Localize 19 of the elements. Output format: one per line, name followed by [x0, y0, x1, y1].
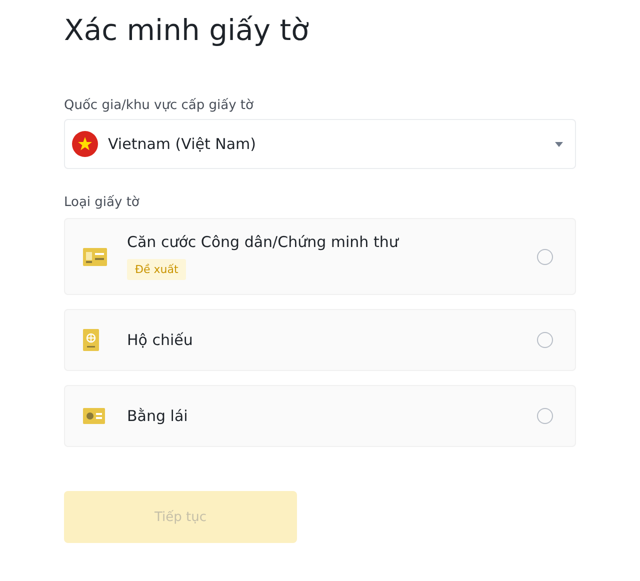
field-label: Quốc gia/khu vực cấp giấy tờ [64, 98, 254, 113]
radio-button[interactable] [537, 332, 553, 348]
recommended-tag: Đề xuất [127, 259, 186, 280]
field-label: Loại giấy tờ [64, 195, 140, 210]
radio-button[interactable] [537, 408, 553, 424]
document-option[interactable]: Hộ chiếu [64, 309, 576, 371]
radio-button[interactable] [537, 248, 553, 264]
flag-icon [72, 131, 98, 157]
country-select[interactable]: Vietnam (Việt Nam) [64, 119, 576, 169]
passport-icon [83, 329, 99, 351]
option-label: Căn cước Công dân/Chứng minh thư [127, 233, 398, 251]
option-label: Bằng lái [127, 407, 188, 425]
option-label: Hộ chiếu [127, 331, 193, 349]
page-title: Xác minh giấy tờ [64, 12, 310, 48]
caret-icon [555, 142, 563, 146]
license-card-icon [83, 408, 105, 424]
document-option[interactable]: Căn cước Công dân/Chứng minh thư Đề xuất [64, 218, 576, 295]
document-option[interactable]: Bằng lái [64, 385, 576, 447]
id-card-icon [83, 248, 107, 266]
